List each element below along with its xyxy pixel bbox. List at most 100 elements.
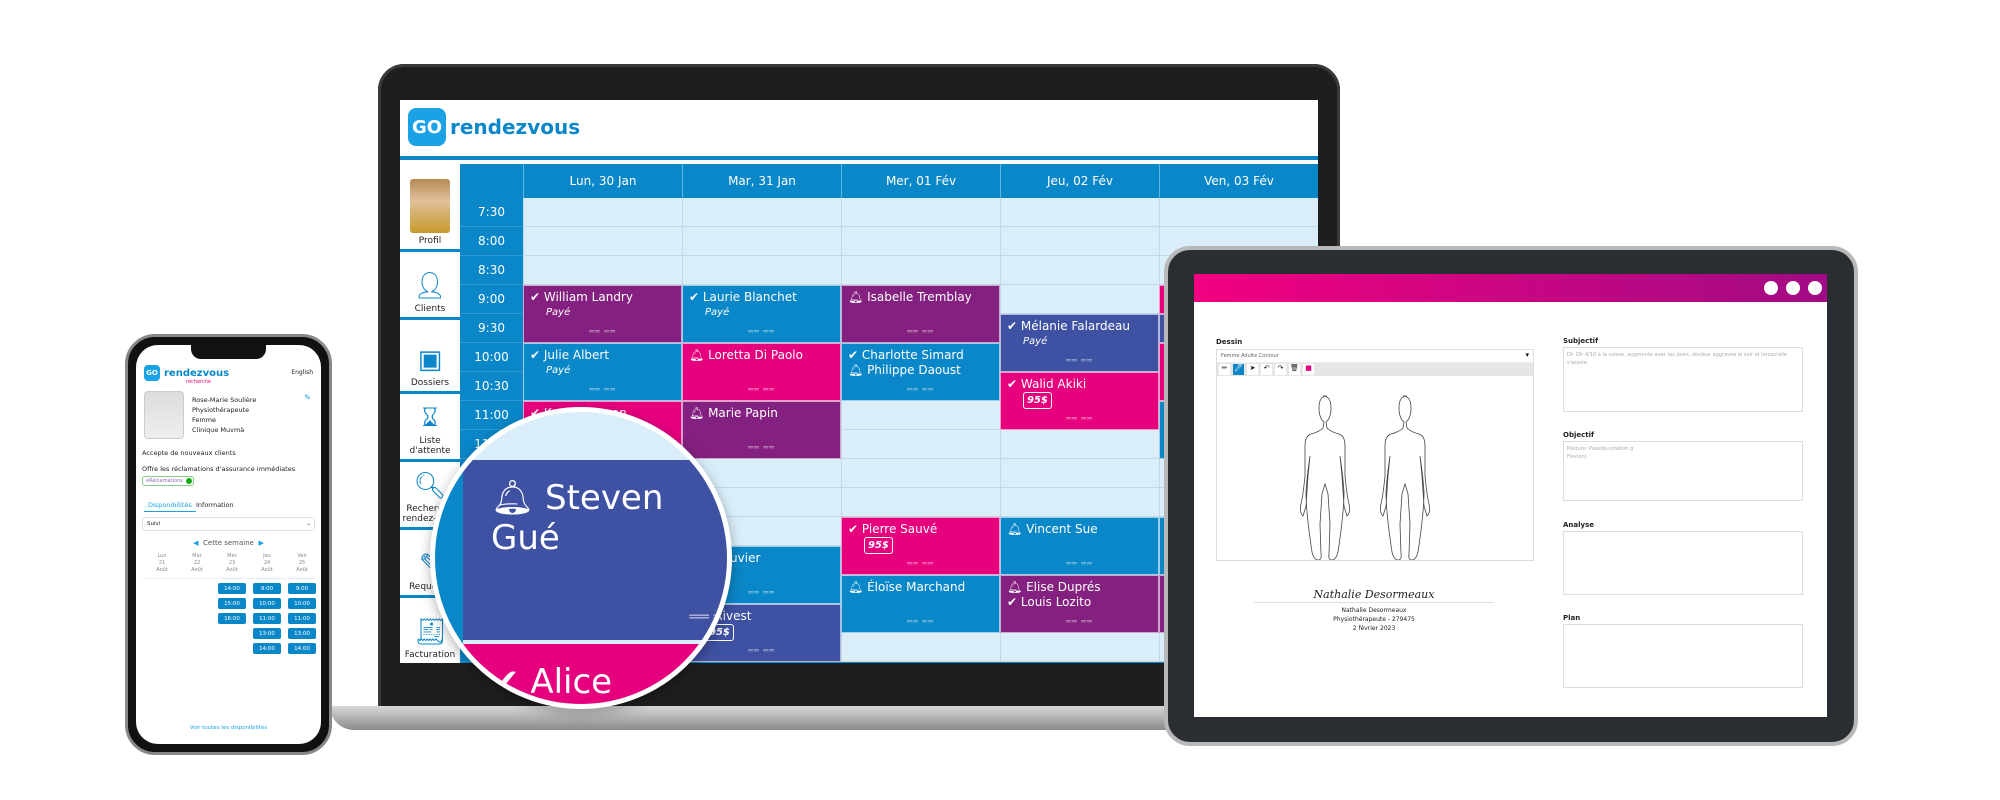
appointment[interactable]: 🔔︎ Vincent Sue ══ ══: [1000, 517, 1159, 575]
drag-grip-icon[interactable]: ══ ══: [907, 614, 934, 629]
drag-grip-icon[interactable]: ══ ══: [748, 382, 775, 397]
time-slot[interactable]: [841, 256, 1000, 285]
time-slot[interactable]: [841, 459, 1000, 488]
appointment[interactable]: ✔ Julie Albert Payé ══ ══: [523, 343, 682, 401]
time-slot[interactable]: [682, 198, 841, 227]
template-select[interactable]: Femme Adulte Contour ▾: [1217, 350, 1533, 363]
time-slot-button[interactable]: 9:00: [288, 583, 316, 594]
appointment[interactable]: ✔ Mélanie Falardeau Payé ══ ══: [1000, 314, 1159, 372]
time-slot-button[interactable]: 10:00: [253, 598, 281, 609]
time-slot-button[interactable]: 14:00: [218, 583, 246, 594]
time-slot[interactable]: [1000, 227, 1159, 256]
tab-information[interactable]: Information: [196, 501, 234, 509]
window-dot-icon[interactable]: [1786, 281, 1800, 295]
body-chart[interactable]: [1217, 376, 1533, 561]
time-slot[interactable]: [841, 227, 1000, 256]
time-slot[interactable]: [841, 198, 1000, 227]
time-slot[interactable]: [1000, 285, 1159, 314]
drag-grip-icon[interactable]: ══ ══: [907, 556, 934, 571]
sidebar-item-person[interactable]: 👤︎ Clients: [400, 252, 460, 317]
appointment[interactable]: 🔔︎ Éloïse Marchand ══ ══: [841, 575, 1000, 633]
prev-week-icon[interactable]: ◀: [193, 539, 198, 547]
window-dot-icon[interactable]: [1764, 281, 1778, 295]
field-plan-textarea[interactable]: [1563, 624, 1803, 688]
drag-grip-icon[interactable]: ══ ══: [1066, 556, 1093, 571]
service-select[interactable]: Suivi ⌄: [142, 517, 315, 531]
day-header[interactable]: Ven, 03 Fév: [1159, 164, 1318, 198]
cursor-icon[interactable]: ➤: [1247, 364, 1258, 375]
appointment[interactable]: 🔔︎ Marie Papin ══ ══: [682, 401, 841, 459]
appointment[interactable]: ✔ Pierre Sauvé 95$ ══ ══: [841, 517, 1000, 575]
time-slot-button[interactable]: 14:00: [253, 643, 281, 654]
appointment[interactable]: ✔ Charlotte Simard 🔔︎ Philippe Daoust ══ ═…: [841, 343, 1000, 401]
sidebar-item-folder-person[interactable]: ▣ Dossiers: [400, 320, 460, 391]
field-analyse-textarea[interactable]: [1563, 531, 1803, 595]
drag-grip-icon[interactable]: ══ ══: [748, 585, 775, 600]
day-header[interactable]: Jeu, 02 Fév: [1000, 164, 1159, 198]
edit-icon[interactable]: ✎: [304, 393, 311, 402]
time-slot-button[interactable]: 9:00: [253, 583, 281, 594]
appointment[interactable]: 🔔︎ Loretta Di Paolo ══ ══: [682, 343, 841, 401]
time-slot[interactable]: [1000, 198, 1159, 227]
color-icon[interactable]: ■: [1303, 364, 1314, 375]
time-slot[interactable]: [1000, 488, 1159, 517]
drag-grip-icon[interactable]: ══ ══: [589, 382, 616, 397]
appointment[interactable]: 🔔︎ Elise Duprés ✔ Louis Lozito ══ ══: [1000, 575, 1159, 633]
drag-grip-icon[interactable]: ══ ══: [689, 607, 727, 626]
drag-grip-icon[interactable]: ══ ══: [907, 324, 934, 339]
drag-grip-icon[interactable]: ══ ══: [748, 440, 775, 455]
drag-grip-icon[interactable]: ══ ══: [748, 643, 775, 658]
day-header[interactable]: Mer, 01 Fév: [841, 164, 1000, 198]
language-link[interactable]: English: [291, 369, 313, 376]
appointment[interactable]: 🔔︎ Isabelle Tremblay ══ ══: [841, 285, 1000, 343]
redo-icon[interactable]: ↷: [1275, 364, 1286, 375]
time-slot[interactable]: [1000, 459, 1159, 488]
window-dot-icon[interactable]: [1808, 281, 1822, 295]
day-header[interactable]: Mar, 31 Jan: [682, 164, 841, 198]
appointment[interactable]: ✔ William Landry Payé ══ ══: [523, 285, 682, 343]
drag-grip-icon[interactable]: ══ ══: [907, 382, 934, 397]
time-slot[interactable]: [841, 633, 1000, 662]
time-slot[interactable]: [523, 256, 682, 285]
trash-icon[interactable]: 🗑︎: [1289, 364, 1300, 375]
time-slot[interactable]: [841, 401, 1000, 430]
time-slot-button[interactable]: 11:00: [288, 613, 316, 624]
time-slot[interactable]: [523, 227, 682, 256]
time-slot-button[interactable]: 14:00: [288, 643, 316, 654]
time-slot-button[interactable]: 10:00: [288, 598, 316, 609]
time-slot[interactable]: [1000, 633, 1159, 662]
undo-icon[interactable]: ↶: [1261, 364, 1272, 375]
time-slot[interactable]: [682, 256, 841, 285]
sidebar-item-profil[interactable]: Profil: [400, 164, 460, 249]
field-subjectif-textarea[interactable]: Dt: Dlr 4/10 à la cuisse, augmente avec …: [1563, 347, 1803, 412]
time-slot-button[interactable]: 15:00: [218, 598, 246, 609]
time-slot-button[interactable]: 16:00: [218, 613, 246, 624]
drag-grip-icon[interactable]: ══ ══: [1066, 411, 1093, 426]
time-slot[interactable]: [1000, 256, 1159, 285]
day-header[interactable]: Lun, 30 Jan: [523, 164, 682, 198]
see-all-link[interactable]: Voir toutes les disponibilités: [136, 725, 321, 731]
appointment[interactable]: ✔ Walid Akiki 95$ ══ ══: [1000, 372, 1159, 430]
appointment[interactable]: ✔ Laurie Blanchet Payé ══ ══: [682, 285, 841, 343]
time-slot[interactable]: [841, 430, 1000, 459]
drag-grip-icon[interactable]: ══ ══: [1066, 614, 1093, 629]
logo[interactable]: GO rendezvous: [408, 108, 1310, 146]
pen-icon[interactable]: 🖊︎: [1233, 364, 1244, 375]
time-slot-button[interactable]: 13:00: [253, 628, 281, 639]
drag-grip-icon[interactable]: ══ ══: [589, 324, 616, 339]
pencil-icon[interactable]: ✏︎: [1219, 364, 1230, 375]
time-slot[interactable]: [1159, 198, 1318, 227]
tab-disponibilites[interactable]: Disponibilités: [144, 501, 196, 512]
time-slot[interactable]: [682, 227, 841, 256]
field-objectif-textarea[interactable]: Posture: Pseudo-rotation g Flexion): [1563, 441, 1803, 501]
time-slot[interactable]: [841, 488, 1000, 517]
drag-grip-icon[interactable]: ══ ══: [748, 324, 775, 339]
time-slot-button[interactable]: 13:00: [288, 628, 316, 639]
time-slot-button[interactable]: 11:00: [253, 613, 281, 624]
time-slot[interactable]: [523, 198, 682, 227]
appointment-zoom[interactable]: ✔ Alice Dufresn: [463, 644, 727, 704]
next-week-icon[interactable]: ▶: [258, 539, 263, 547]
appointment-zoom[interactable]: 🔔︎ Steven Gué ══ ══: [463, 460, 727, 640]
time-slot[interactable]: [1000, 430, 1159, 459]
drag-grip-icon[interactable]: ══ ══: [1066, 353, 1093, 368]
